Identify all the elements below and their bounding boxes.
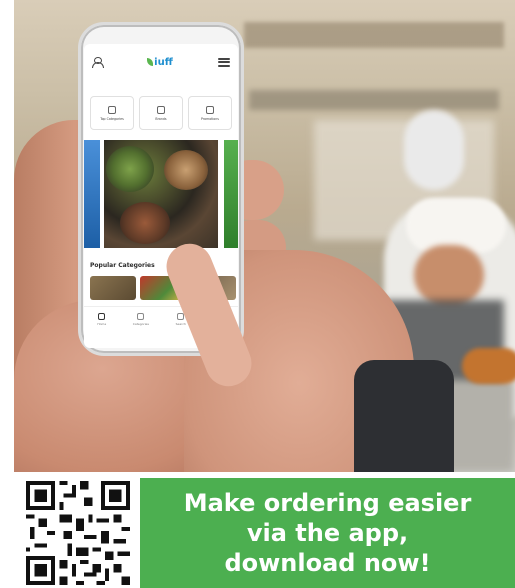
photo-shelf: [244, 22, 504, 48]
quick-action-brands[interactable]: Brands: [139, 96, 183, 130]
photo-shelf: [249, 90, 499, 110]
percent-icon: [206, 105, 214, 114]
categories-icon: [137, 313, 145, 320]
food-plate: [164, 150, 208, 190]
tag-icon: [157, 105, 165, 114]
sleeve: [354, 360, 454, 472]
carousel-prev-slide[interactable]: [84, 140, 100, 248]
quick-action-promotions[interactable]: Promotions: [188, 96, 232, 130]
nav-label: Search: [175, 322, 186, 326]
home-icon: [98, 313, 106, 320]
carousel-next-slide[interactable]: [224, 140, 238, 248]
qr-code[interactable]: [26, 481, 130, 585]
menu-icon[interactable]: [218, 57, 230, 67]
section-title: Popular Categories: [90, 262, 155, 269]
orange-bowl: [462, 348, 515, 384]
user-icon[interactable]: [92, 57, 104, 68]
leaf-icon: [147, 58, 154, 66]
food-plate: [106, 146, 154, 192]
promo-carousel[interactable]: [84, 140, 238, 248]
grid-icon: [108, 105, 116, 114]
cta-line: via the app,: [246, 519, 409, 547]
nav-home[interactable]: Home: [97, 313, 106, 326]
app-logo-text: iuff: [154, 56, 173, 68]
app-header: iuff: [84, 44, 238, 80]
cta-line: download now!: [224, 549, 431, 577]
cta-text: Make ordering easier via the app, downlo…: [184, 488, 472, 578]
nav-label: Categories: [132, 322, 149, 326]
nav-label: Home: [97, 322, 107, 326]
ad-banner: iuff Top Categories Brands Promotions Po…: [0, 0, 515, 588]
quick-action-label: Brands: [155, 116, 167, 121]
quick-actions: Top Categories Brands Promotions: [90, 96, 232, 130]
food-plate: [120, 202, 170, 244]
quick-action-label: Top Categories: [100, 116, 124, 121]
background-chef: [404, 110, 464, 190]
quick-action-label: Promotions: [201, 116, 219, 121]
cta-banner[interactable]: Make ordering easier via the app, downlo…: [140, 478, 515, 588]
cta-line: Make ordering easier: [183, 489, 472, 517]
chef-face: [414, 245, 484, 305]
category-card[interactable]: [90, 276, 136, 300]
quick-action-top-categories[interactable]: Top Categories: [90, 96, 134, 130]
nav-categories[interactable]: Categories: [133, 313, 149, 326]
app-logo: iuff: [147, 57, 173, 68]
